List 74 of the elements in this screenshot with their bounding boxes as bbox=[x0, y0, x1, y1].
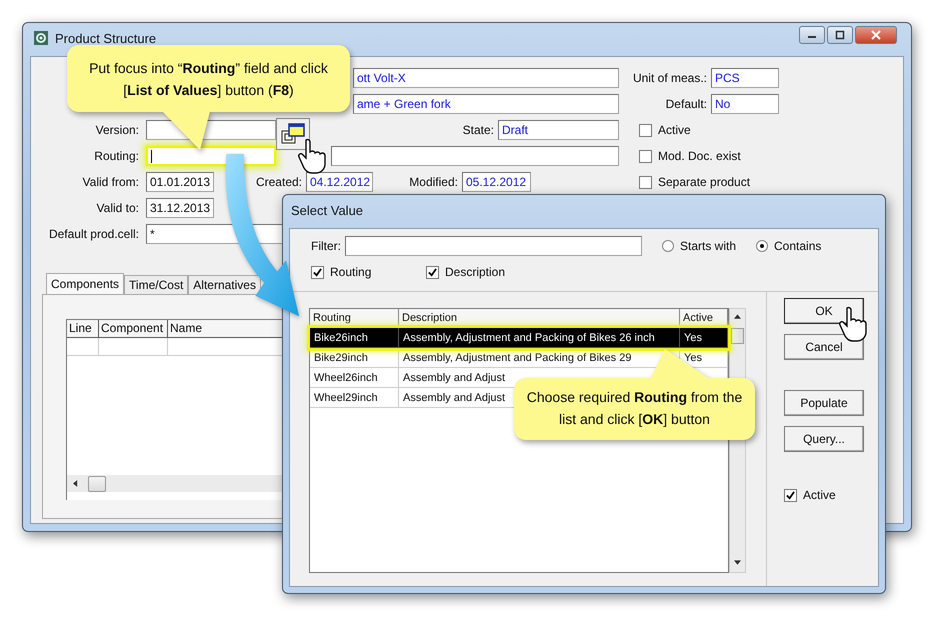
close-button[interactable] bbox=[855, 26, 897, 44]
checkbox[interactable] bbox=[639, 124, 652, 136]
table-cell: Wheel26inch bbox=[310, 368, 399, 388]
cancel-button[interactable]: Cancel bbox=[784, 334, 864, 360]
field-label: State: bbox=[462, 123, 494, 137]
table-cell: Assembly, Adjustment and Packing of Bikes 26 inch bbox=[399, 328, 680, 348]
checkbox-label: Mod. Doc. exist bbox=[658, 149, 741, 163]
table-cell: Wheel29inch bbox=[310, 388, 399, 408]
checkbox[interactable] bbox=[639, 176, 652, 188]
checkbox[interactable] bbox=[311, 266, 324, 278]
populate-button[interactable]: Populate bbox=[784, 390, 864, 416]
date-field[interactable]: 31.12.2013 bbox=[146, 198, 214, 218]
field-label: Default prod.cell: bbox=[48, 227, 139, 241]
text-field[interactable]: ame + Green fork bbox=[353, 94, 619, 114]
tab[interactable]: Time/Cost bbox=[124, 275, 188, 294]
field-label: Created: bbox=[254, 175, 302, 189]
text-field[interactable]: ott Volt-X bbox=[353, 68, 619, 88]
callout-text: Put focus into “Routing” field and click [List of Values] button (F8) bbox=[88, 59, 329, 100]
radio-label: Starts with bbox=[680, 239, 736, 253]
table-cell: Bike29inch bbox=[310, 348, 399, 368]
checkbox[interactable] bbox=[784, 488, 797, 502]
list-of-values-button[interactable] bbox=[276, 118, 310, 150]
hand-cursor-icon bbox=[297, 138, 327, 174]
maximize-icon bbox=[835, 30, 845, 40]
column-header[interactable]: Line bbox=[67, 320, 99, 338]
field-label: Modified: bbox=[408, 175, 458, 189]
table-cell: Yes bbox=[680, 328, 728, 348]
down-arrow-icon[interactable] bbox=[734, 560, 741, 565]
table-cell bbox=[67, 338, 99, 356]
radio-button[interactable] bbox=[662, 240, 674, 252]
radio-label: Contains bbox=[774, 239, 822, 253]
up-arrow-icon[interactable] bbox=[734, 314, 741, 319]
field-label: Unit of meas.: bbox=[632, 71, 707, 85]
routing-field[interactable] bbox=[146, 146, 276, 166]
hand-cursor-icon bbox=[838, 306, 868, 342]
field-label: Valid to: bbox=[96, 201, 139, 215]
checkbox[interactable] bbox=[639, 150, 652, 162]
field-label: Version: bbox=[94, 123, 139, 137]
checkbox-label: Description bbox=[445, 265, 506, 279]
grid-row[interactable]: Bike26inch Assembly, Adjustment and Packing of Bikes 26 inch Yes bbox=[310, 328, 728, 348]
ok-button[interactable]: OK bbox=[784, 298, 864, 324]
checkbox[interactable] bbox=[426, 266, 439, 278]
scroll-thumb[interactable] bbox=[731, 328, 744, 344]
close-icon bbox=[871, 30, 881, 40]
checkbox-label: Active bbox=[803, 488, 836, 502]
table-cell: Bike26inch bbox=[310, 328, 399, 348]
checkbox-label: Active bbox=[658, 123, 691, 137]
dialog-title: Select Value bbox=[291, 202, 364, 218]
checkbox-label: Routing bbox=[330, 265, 372, 279]
radio-button[interactable] bbox=[756, 240, 768, 252]
tab[interactable]: Alternatives bbox=[188, 275, 261, 294]
scroll-thumb[interactable] bbox=[88, 476, 106, 492]
text-field[interactable] bbox=[331, 146, 619, 166]
date-field[interactable]: 05.12.2012 bbox=[462, 172, 531, 192]
window-title: Product Structure bbox=[55, 30, 156, 46]
field-label: Valid from: bbox=[82, 175, 139, 189]
field-label: Default: bbox=[664, 97, 707, 111]
filter-field[interactable] bbox=[345, 236, 642, 256]
field-label: Routing: bbox=[93, 149, 139, 163]
date-field[interactable]: 01.01.2013 bbox=[146, 172, 214, 192]
text-field[interactable]: No bbox=[711, 94, 779, 114]
query-button[interactable]: Query... bbox=[784, 426, 864, 452]
field-label: Filter: bbox=[311, 239, 341, 253]
left-arrow-icon[interactable] bbox=[73, 480, 78, 487]
column-header[interactable]: Component bbox=[99, 320, 168, 338]
state-field[interactable]: Draft bbox=[498, 120, 619, 140]
tab[interactable]: Components bbox=[46, 273, 124, 294]
checkbox-label: Separate product bbox=[658, 175, 750, 189]
windows-icon bbox=[281, 123, 305, 145]
minimize-button[interactable] bbox=[799, 26, 825, 44]
gear-icon bbox=[33, 30, 49, 46]
date-field[interactable]: 04.12.2012 bbox=[306, 172, 373, 192]
maximize-button[interactable] bbox=[827, 26, 853, 44]
text-field[interactable]: PCS bbox=[711, 68, 779, 88]
